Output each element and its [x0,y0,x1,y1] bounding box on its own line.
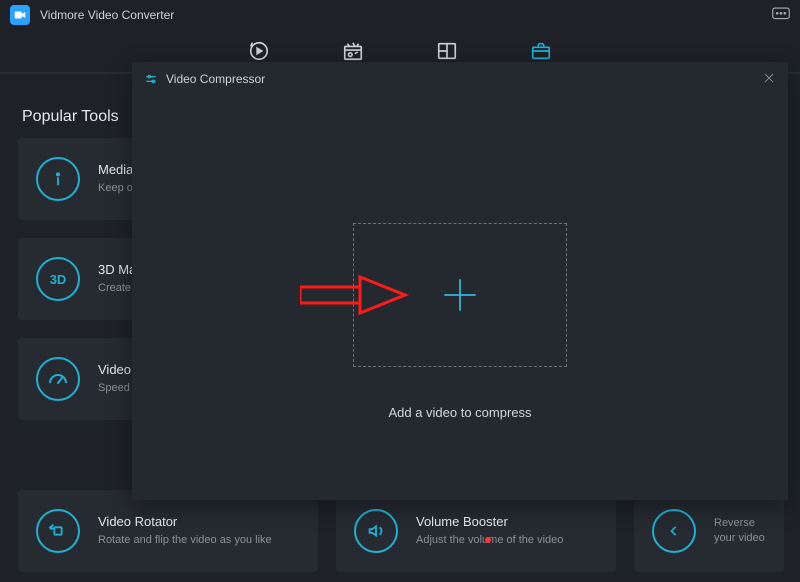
card-desc: Rotate and flip the video as you like [98,533,272,548]
titlebar: Vidmore Video Converter [0,0,800,30]
video-compressor-modal: Video Compressor Add a video to compress [132,62,788,500]
card-title: Volume Booster [416,514,563,529]
volume-icon [354,509,398,553]
card-desc: Reverse your video [714,516,766,547]
add-video-dropzone[interactable] [353,223,567,367]
dropzone-label: Add a video to compress [132,405,788,420]
app-title: Vidmore Video Converter [40,8,174,22]
3d-icon: 3D [36,257,80,301]
modal-header: Video Compressor [132,62,788,96]
tab-toolbox[interactable] [530,40,552,62]
tab-mv[interactable] [342,40,364,62]
speed-icon [36,357,80,401]
reverse-icon [652,509,696,553]
tool-card-rotator[interactable]: Video Rotator Rotate and flip the video … [18,490,318,572]
sliders-icon [144,72,158,86]
card-title: Video Rotator [98,514,272,529]
tab-collage[interactable] [436,40,458,62]
tab-converter[interactable] [248,40,270,62]
chat-icon[interactable] [772,7,790,24]
tool-card-reverser[interactable]: Reverse your video [634,490,784,572]
app-logo-icon [10,5,30,25]
modal-title: Video Compressor [166,72,265,86]
indicator-dot [485,537,491,543]
tool-card-volume[interactable]: Volume Booster Adjust the volume of the … [336,490,616,572]
info-icon [36,157,80,201]
plus-icon [439,274,481,316]
rotate-icon [36,509,80,553]
close-icon[interactable] [762,71,776,88]
